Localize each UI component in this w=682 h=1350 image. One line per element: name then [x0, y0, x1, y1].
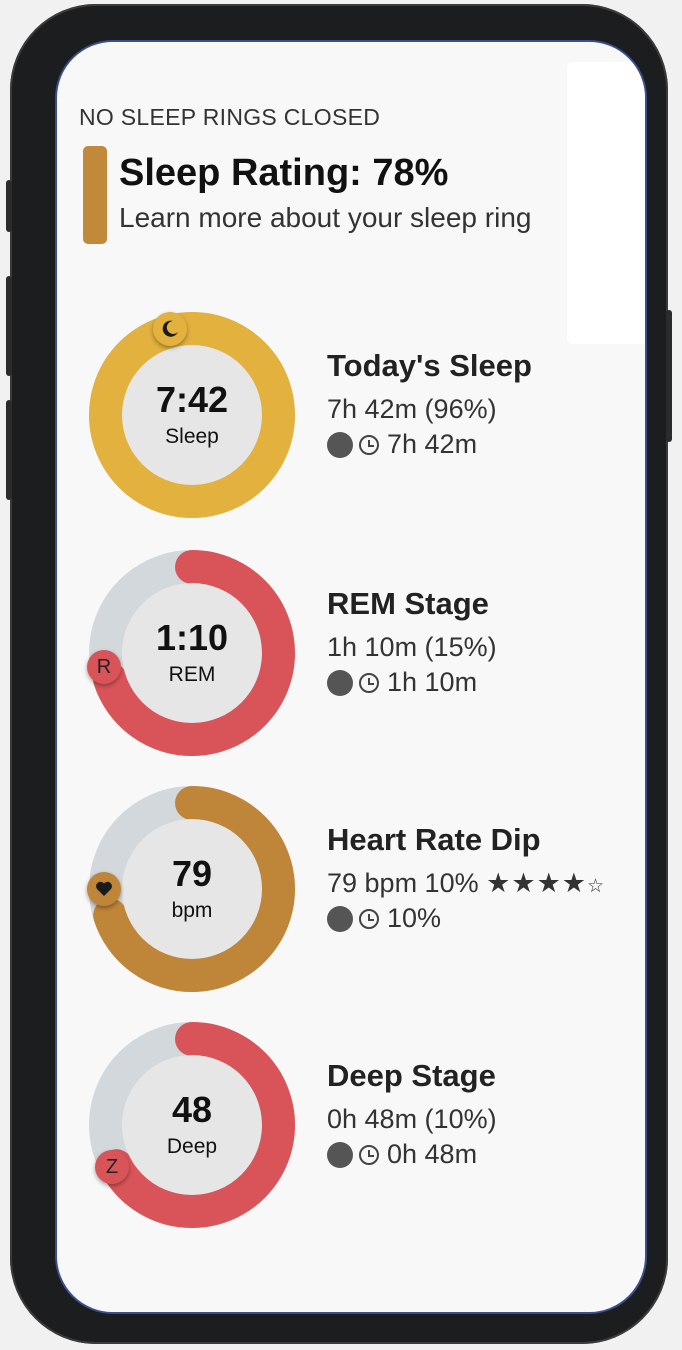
row-detail-text: 79 bpm 10% [327, 868, 479, 898]
clock-icon [359, 672, 379, 693]
row-text: Heart Rate Dip 79 bpm 10% ★★★★☆ 10% [327, 822, 645, 934]
status-dot-icon [327, 669, 353, 696]
letter-r-icon: R [87, 650, 121, 684]
status-dot-icon [327, 905, 353, 932]
row-meta: 1h 10m [327, 667, 645, 698]
row-title: Heart Rate Dip [327, 822, 541, 857]
ring-center-label: bpm [171, 899, 213, 922]
ring-center: 79 bpm [122, 819, 262, 959]
star-filled-icon: ★ [511, 868, 537, 898]
ring-row-deep-stage[interactable]: 48 Deep Z Deep Stage 0h 48m (10%) 0h 48m [57, 1022, 645, 1242]
ring-center-label: REM [168, 663, 216, 686]
phone-frame: NO SLEEP RINGS CLOSED Sleep Rating: 78% … [6, 4, 672, 1344]
row-meta: 0h 48m [327, 1139, 645, 1170]
ring-center-value: 79 [171, 853, 213, 894]
sleep-rating-accent-bar [83, 146, 107, 244]
clock-icon [359, 434, 379, 455]
star-rating: ★★★★☆ [486, 868, 605, 898]
row-title: Today's Sleep [327, 348, 532, 383]
ring-row-heart-rate-dip[interactable]: 79 bpm Heart Rate Dip 79 bpm 10% ★★★★☆ 1… [57, 786, 645, 1006]
heart-icon [87, 872, 121, 906]
clock-icon [359, 1144, 379, 1165]
row-meta: 7h 42m [327, 429, 645, 460]
row-meta-value: 1h 10m [387, 667, 478, 697]
row-meta: 10% [327, 903, 645, 934]
star-filled-icon: ★ [561, 868, 587, 898]
ring-center-label: Deep [166, 1135, 218, 1158]
row-detail: 1h 10m (15%) [327, 632, 497, 662]
row-detail: 79 bpm 10% ★★★★☆ [327, 868, 645, 899]
ring-center-value: 1:10 [155, 617, 229, 658]
side-panel [567, 62, 645, 344]
deep-ring: 48 Deep Z [89, 1022, 295, 1228]
ring-center: 48 Deep [122, 1055, 262, 1195]
row-meta-value: 10% [387, 903, 442, 933]
row-title: REM Stage [327, 586, 489, 621]
ring-center: 1:10 REM [122, 583, 262, 723]
volume-up-button [6, 276, 12, 376]
ring-center-value: 7:42 [155, 379, 229, 420]
letter-z-icon: Z [95, 1150, 129, 1184]
sleep-rating-title: Sleep Rating: 78% [119, 152, 449, 194]
ring-row-rem-stage[interactable]: 1:10 REM R REM Stage 1h 10m (15%) 1h 10m [57, 550, 645, 770]
row-title: Deep Stage [327, 1058, 496, 1093]
heart-rate-ring: 79 bpm [87, 786, 295, 992]
status-bar [57, 42, 645, 78]
ring-center-value: 48 [171, 1089, 213, 1130]
ring-center-label: Sleep [165, 425, 219, 448]
row-text: REM Stage 1h 10m (15%) 1h 10m [327, 586, 645, 698]
rings-status-caption: NO SLEEP RINGS CLOSED [79, 104, 381, 130]
star-empty-icon: ☆ [587, 876, 606, 897]
clock-icon [359, 908, 379, 929]
moon-icon [153, 312, 187, 346]
row-text: Deep Stage 0h 48m (10%) 0h 48m [327, 1058, 645, 1170]
learn-more-link[interactable]: Learn more about your sleep ring [119, 202, 531, 234]
sleep-ring: 7:42 Sleep [89, 312, 295, 518]
action-button [6, 180, 12, 232]
volume-down-button [6, 400, 12, 500]
row-meta-value: 7h 42m [387, 429, 478, 459]
row-detail: 7h 42m (96%) [327, 394, 497, 424]
row-text: Today's Sleep 7h 42m (96%) 7h 42m [327, 348, 645, 460]
ring-row-todays-sleep[interactable]: 7:42 Sleep Today's Sleep 7h 42m (96%) 7h… [57, 312, 645, 532]
app-screen: NO SLEEP RINGS CLOSED Sleep Rating: 78% … [55, 40, 647, 1314]
ring-center: 7:42 Sleep [122, 345, 262, 485]
power-button [666, 310, 672, 442]
star-filled-icon: ★ [536, 868, 562, 898]
status-dot-icon [327, 431, 353, 458]
status-dot-icon [327, 1141, 353, 1168]
row-detail: 0h 48m (10%) [327, 1104, 497, 1134]
row-meta-value: 0h 48m [387, 1139, 478, 1169]
star-filled-icon: ★ [486, 868, 512, 898]
rem-ring: 1:10 REM R [87, 550, 295, 756]
